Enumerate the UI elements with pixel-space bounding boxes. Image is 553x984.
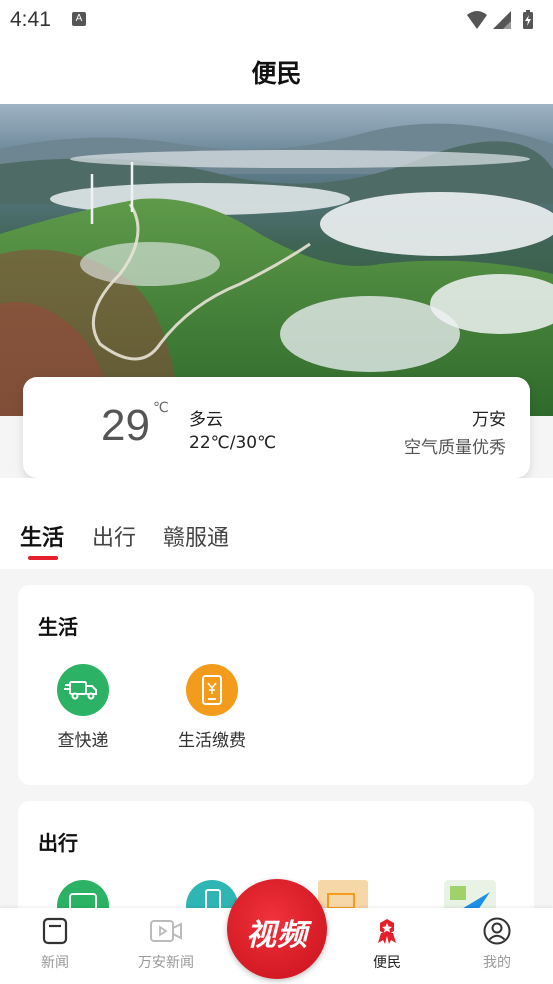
express-query-label: 查快递 — [57, 731, 109, 751]
city-name: 万安 — [472, 410, 506, 430]
phone-payment-icon — [186, 664, 238, 716]
tab-ganfutong[interactable]: 赣服通 — [163, 520, 229, 552]
utility-payment-label: 生活缴费 — [178, 731, 246, 751]
video-camera-icon — [149, 916, 183, 946]
status-bar: 4:41 A — [0, 0, 553, 40]
life-services-card: 生活 查快递 生活缴费 — [18, 585, 534, 785]
temperature-unit: ℃ — [153, 400, 169, 416]
notification-badge-icon: A — [72, 12, 86, 26]
nav-mine-label: 我的 — [483, 955, 511, 971]
category-tabs: 生活 出行 赣服通 — [0, 478, 553, 569]
video-button[interactable]: 视频 — [227, 879, 327, 979]
temperature: 29 — [101, 401, 150, 450]
weather-card[interactable]: 29 ℃ 多云 22℃/30℃ 万安 空气质量优秀 — [23, 377, 530, 478]
video-button-label: 视频 — [246, 918, 308, 953]
user-profile-icon — [482, 916, 512, 946]
tab-travel[interactable]: 出行 — [92, 520, 136, 552]
map-navigation-icon[interactable] — [444, 880, 496, 910]
travel-section-title: 出行 — [38, 831, 78, 855]
nav-convenience[interactable]: 便民 — [342, 916, 432, 972]
tab-life[interactable]: 生活 — [20, 520, 64, 552]
status-icons — [463, 9, 543, 31]
nav-wanan-news[interactable]: 万安新闻 — [121, 916, 211, 972]
signal-icon — [493, 11, 511, 29]
utility-payment-button[interactable]: 生活缴费 — [162, 664, 262, 751]
express-query-button[interactable]: 查快递 — [33, 664, 133, 751]
news-icon — [40, 916, 70, 946]
temperature-range: 22℃/30℃ — [189, 433, 277, 453]
status-time: 4:41 — [10, 8, 51, 31]
convenience-badge-icon — [372, 916, 402, 946]
delivery-truck-icon — [57, 664, 109, 716]
life-section-title: 生活 — [38, 615, 78, 639]
banner-image[interactable] — [0, 104, 553, 416]
battery-icon — [523, 10, 533, 29]
wifi-icon — [467, 11, 487, 29]
nav-convenience-label: 便民 — [373, 955, 401, 971]
active-tab-indicator — [28, 556, 58, 560]
air-quality: 空气质量优秀 — [404, 438, 506, 458]
nav-news-label: 新闻 — [41, 955, 69, 971]
page-header: 便民 — [0, 40, 553, 104]
ticket-icon[interactable] — [318, 880, 368, 910]
page-title: 便民 — [251, 59, 302, 88]
nav-wanan-news-label: 万安新闻 — [138, 955, 194, 971]
nav-mine[interactable]: 我的 — [452, 916, 542, 972]
weather-condition: 多云 — [189, 410, 223, 430]
nav-news[interactable]: 新闻 — [10, 916, 100, 972]
